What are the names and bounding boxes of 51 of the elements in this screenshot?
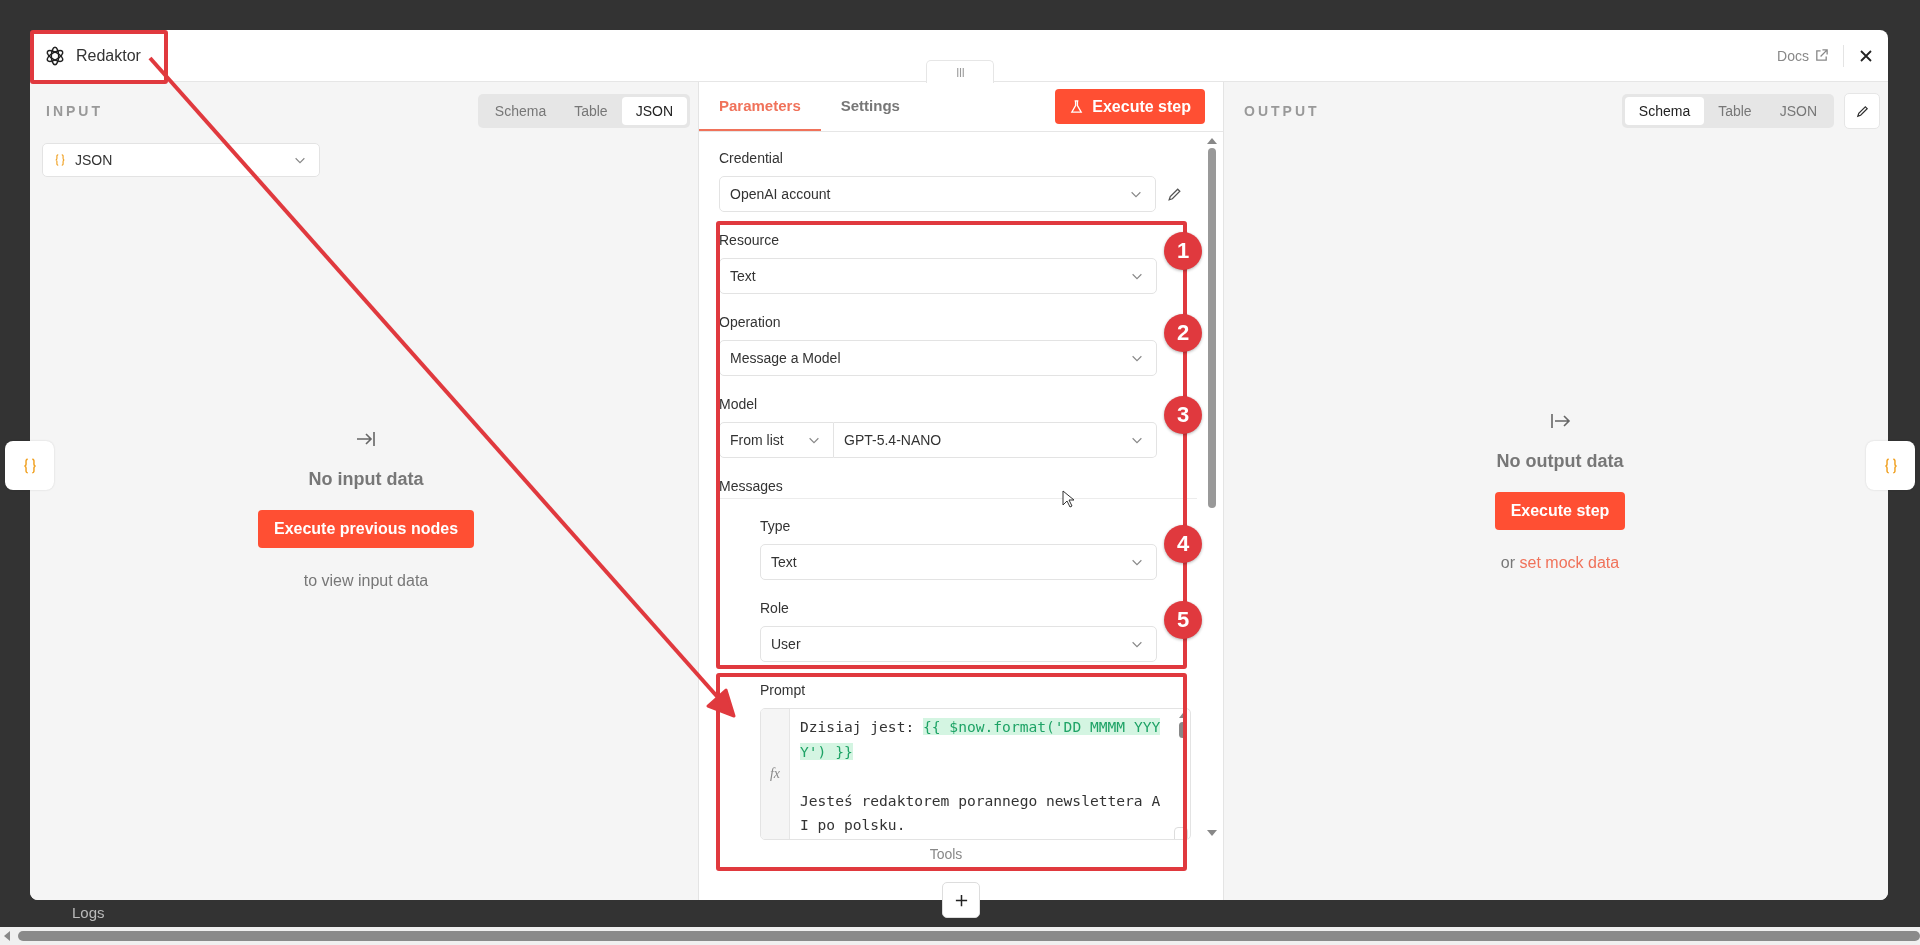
field-label: Messages [719,478,783,494]
logs-label: Logs [72,904,105,921]
field-label: Credential [719,149,784,168]
docs-link[interactable]: Docs [1777,47,1829,64]
section-heading: Tools [928,846,964,862]
mode-select[interactable]: From list [719,422,834,458]
panel-label: INPUT [45,103,103,119]
code-line: Jesteś redaktorem porannego newslettera AI po polsku. [800,790,1162,835]
add-button[interactable] [942,882,980,918]
drag-handle[interactable] [926,60,994,83]
code-editor[interactable]: fx Dzisiaj jest: {{ $now.format('DD MMMM YYYY') }} Jesteś redaktorem porannego newslettera AI po polsku. [760,708,1191,840]
field-label: Prompt [760,681,807,700]
gutter-label: fx [769,766,781,782]
empty-hint: to view input data [303,572,429,590]
empty-title: No output data [1496,451,1624,472]
scrollbar[interactable] [0,927,1920,945]
view-tab[interactable]: Schema [480,97,561,125]
empty-title: No input data [308,469,424,490]
dropdown-select[interactable]: Text [760,544,1157,580]
external-link-icon [1814,48,1829,63]
flask-icon [1069,99,1085,114]
view-tab[interactable]: Table [1704,97,1766,125]
credential-select[interactable]: OpenAI account [719,176,1156,212]
json-toggle-button[interactable] [5,441,54,490]
view-tab[interactable]: Table [560,97,622,125]
flower-logo-icon [44,44,66,67]
model-select[interactable]: GPT-5.4-NANO [834,422,1157,458]
dropdown-select[interactable]: Text [719,258,1157,294]
view-tab[interactable]: Schema [1624,97,1705,125]
field-label: Resource [719,231,780,250]
view-tab[interactable]: JSON [621,97,687,125]
field-label: Type [760,517,792,536]
edit-button[interactable] [1844,93,1880,129]
format-dropdown[interactable]: JSON [42,143,320,177]
hint-text: or [1500,554,1516,571]
dropdown-select[interactable]: Message a Model [719,340,1157,376]
dropdown-select[interactable]: User [760,626,1157,662]
close-icon[interactable] [1858,47,1874,64]
field-label: Model [719,395,759,414]
settings-tab[interactable]: Settings [820,82,920,131]
mouse-pointer-icon [1062,490,1074,508]
view-tab[interactable]: JSON [1765,97,1831,125]
curly-braces-icon [53,153,67,167]
panel-label: OUTPUT [1243,103,1320,119]
field-label: Operation [719,313,782,332]
plus-icon [953,892,969,908]
pencil-icon[interactable] [1166,185,1183,203]
pencil-icon [1854,103,1870,119]
field-label: Role [760,599,790,618]
window-title: Redaktor [76,46,141,65]
json-toggle-button[interactable] [1866,441,1915,490]
